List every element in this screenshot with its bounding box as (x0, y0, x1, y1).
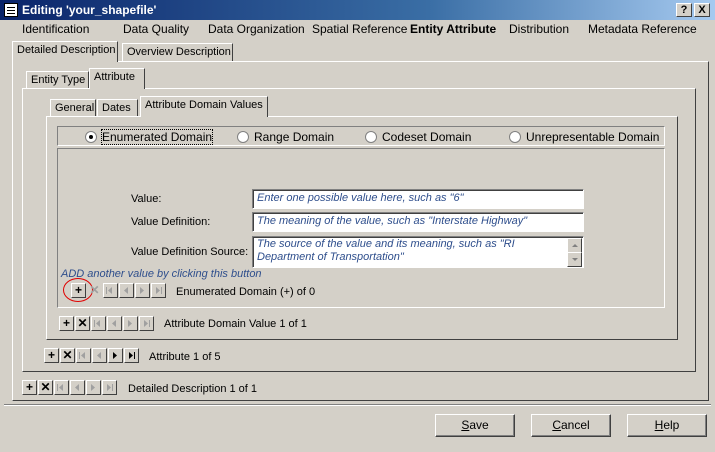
last-record-icon (102, 380, 117, 395)
save-button[interactable]: Save (435, 414, 515, 437)
section-metadata-reference[interactable]: Metadata Reference (588, 22, 697, 36)
window-title: Editing 'your_shapefile' (22, 3, 157, 17)
add-detailed-description-button[interactable]: + (22, 380, 37, 395)
tab-dates[interactable]: Dates (97, 99, 138, 117)
next-record-icon (135, 283, 150, 298)
label-unrepresentable-domain[interactable]: Unrepresentable Domain (526, 130, 659, 144)
delete-detailed-description-button[interactable]: ✕ (38, 380, 53, 395)
delete-icon: ✕ (89, 283, 100, 297)
enumerated-domain-navigator: + ✕ (71, 283, 167, 299)
delete-attribute-button[interactable]: ✕ (60, 348, 75, 363)
radio-codeset-domain[interactable] (365, 131, 377, 143)
delete-domain-value-button[interactable]: ✕ (75, 316, 90, 331)
value-definition-source-input[interactable]: The source of the value and its meaning,… (252, 236, 584, 268)
label-enumerated-domain[interactable]: Enumerated Domain (100, 129, 214, 145)
section-spatial-reference[interactable]: Spatial Reference (312, 22, 407, 36)
tab-attribute-domain-values[interactable]: Attribute Domain Values (140, 96, 268, 117)
last-record-icon (139, 316, 154, 331)
close-title-button[interactable]: X (694, 3, 710, 17)
last-attribute-button[interactable] (124, 348, 139, 363)
radio-enumerated-domain[interactable] (85, 131, 97, 143)
value-input[interactable]: Enter one possible value here, such as "… (252, 189, 584, 209)
previous-record-icon (70, 380, 85, 395)
divider (4, 404, 711, 405)
value-label: Value: (131, 193, 162, 205)
help-title-button[interactable]: ? (676, 3, 692, 17)
previous-record-icon (119, 283, 134, 298)
first-record-icon (76, 348, 91, 363)
radio-selected-dot (89, 135, 93, 139)
previous-record-icon (107, 316, 122, 331)
first-record-icon (91, 316, 106, 331)
radio-unrepresentable-domain[interactable] (509, 131, 521, 143)
value-definition-input[interactable]: The meaning of the value, such as "Inter… (252, 212, 584, 232)
value-definition-source-label: Value Definition Source: (131, 246, 249, 258)
cancel-button[interactable]: Cancel (531, 414, 611, 437)
help-button[interactable]: Help (627, 414, 707, 437)
previous-record-icon (92, 348, 107, 363)
first-record-icon (103, 283, 118, 298)
domain-value-navigator: + ✕ (59, 316, 155, 332)
section-entity-attribute[interactable]: Entity Attribute (410, 22, 496, 36)
tab-overview-description[interactable]: Overview Description (122, 43, 233, 61)
attribute-count: Attribute 1 of 5 (149, 351, 221, 363)
domain-value-count: Attribute Domain Value 1 of 1 (164, 318, 307, 330)
next-record-icon (86, 380, 101, 395)
detailed-description-count: Detailed Description 1 of 1 (128, 383, 258, 395)
section-identification[interactable]: Identification (22, 22, 89, 36)
tab-entity-type[interactable]: Entity Type (26, 71, 89, 89)
add-value-hint: ADD another value by clicking this butto… (61, 268, 262, 280)
add-domain-value-button[interactable]: + (59, 316, 74, 331)
label-codeset-domain[interactable]: Codeset Domain (382, 130, 471, 144)
attribute-navigator: + ✕ (44, 348, 140, 364)
radio-range-domain[interactable] (237, 131, 249, 143)
source-scrollbar[interactable] (567, 238, 582, 267)
add-attribute-button[interactable]: + (44, 348, 59, 363)
scroll-down-icon[interactable] (567, 252, 582, 267)
value-definition-source-text: The source of the value and its meaning,… (257, 238, 515, 263)
section-distribution[interactable]: Distribution (509, 22, 569, 36)
section-data-quality[interactable]: Data Quality (123, 22, 189, 36)
first-record-icon (54, 380, 69, 395)
scroll-up-icon[interactable] (567, 238, 582, 253)
add-enumerated-button[interactable]: + (71, 283, 86, 298)
section-data-organization[interactable]: Data Organization (208, 22, 305, 36)
document-icon (4, 3, 18, 17)
next-record-icon (123, 316, 138, 331)
label-range-domain[interactable]: Range Domain (254, 130, 334, 144)
next-attribute-button[interactable] (108, 348, 123, 363)
detailed-description-navigator: + ✕ (22, 380, 118, 396)
tab-detailed-description[interactable]: Detailed Description (12, 41, 118, 62)
last-record-icon (151, 283, 166, 298)
enumerated-domain-count: Enumerated Domain (+) of 0 (176, 286, 316, 298)
tab-general[interactable]: General (50, 99, 96, 117)
value-definition-label: Value Definition: (131, 216, 211, 228)
tab-attribute[interactable]: Attribute (89, 68, 145, 89)
